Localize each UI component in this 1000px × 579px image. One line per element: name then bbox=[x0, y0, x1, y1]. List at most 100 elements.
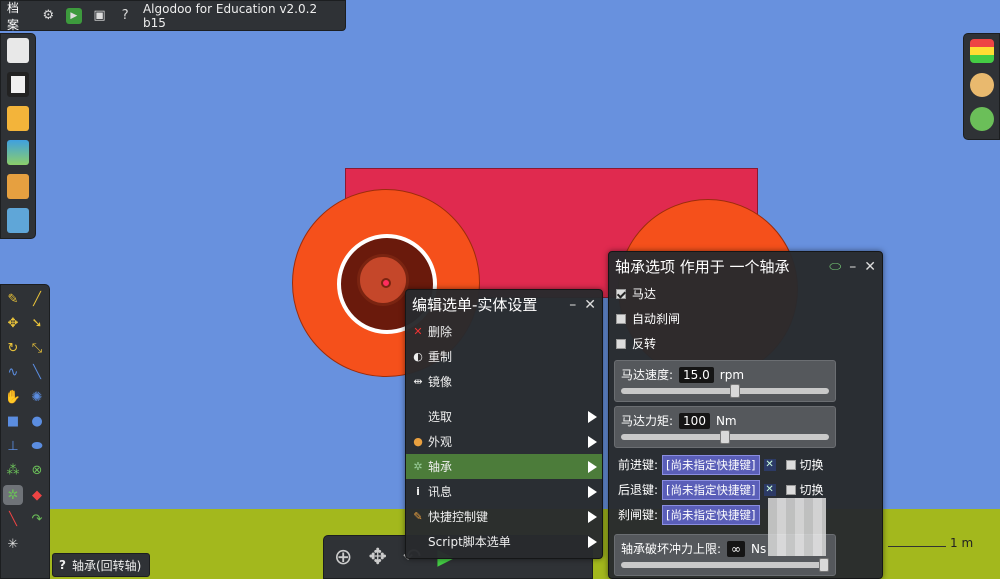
new-file-icon[interactable] bbox=[7, 38, 29, 63]
axle-icon: ✲ bbox=[413, 460, 423, 473]
brake-key-field[interactable]: [尚未指定快捷键] bbox=[662, 504, 760, 525]
menu-item-hotkeys[interactable]: ✎ 快捷控制键 bbox=[406, 504, 602, 529]
menu-item-mirror[interactable]: ⇹ 镜像 bbox=[406, 369, 602, 394]
menu-item-clone[interactable]: ◐ 重制 bbox=[406, 344, 602, 369]
menu-item-label: 讯息 bbox=[428, 485, 453, 499]
pin-icon[interactable]: ⬭ bbox=[829, 259, 841, 275]
help-icon[interactable]: ? bbox=[117, 8, 133, 24]
delete-icon: ✕ bbox=[413, 325, 423, 338]
circle-tool-icon[interactable]: ● bbox=[27, 412, 47, 432]
toggle-checkbox[interactable] bbox=[785, 484, 796, 495]
rotate-tool-icon[interactable]: ↻ bbox=[3, 338, 23, 358]
zoom-icon[interactable]: ⊕ bbox=[334, 545, 352, 570]
help-key-icon: ? bbox=[59, 558, 66, 572]
info-icon: i bbox=[416, 485, 420, 498]
auto-brake-checkbox[interactable]: 自动刹闸 bbox=[609, 306, 882, 331]
window-icon[interactable]: ▣ bbox=[92, 8, 108, 24]
motor-speed-slider[interactable]: 马达速度: 15.0 rpm bbox=[614, 360, 836, 402]
submenu-arrow-icon bbox=[588, 410, 597, 423]
speed-value-field[interactable]: 15.0 bbox=[679, 366, 714, 383]
sketch-tool-icon[interactable]: ✎ bbox=[3, 289, 23, 309]
save-image-icon[interactable] bbox=[7, 208, 29, 233]
checkbox-unchecked[interactable] bbox=[616, 313, 626, 324]
forward-key-field[interactable]: [尚未指定快捷键] bbox=[662, 454, 760, 475]
motor-checkbox[interactable]: 马达 bbox=[609, 281, 882, 306]
menu-item-label: 外观 bbox=[428, 435, 453, 449]
palette-icon[interactable] bbox=[969, 73, 994, 97]
pan-icon[interactable]: ✥ bbox=[368, 545, 386, 570]
reverse-checkbox[interactable]: 反转 bbox=[609, 331, 882, 356]
file-menu[interactable]: 档案 bbox=[7, 0, 30, 33]
scale-line bbox=[888, 546, 946, 547]
axle-dot bbox=[381, 278, 391, 288]
menu-item-info[interactable]: i 讯息 bbox=[406, 479, 602, 504]
motor-torque-slider[interactable]: 马达力矩: 100 Nm bbox=[614, 406, 836, 448]
open-folder-icon[interactable] bbox=[7, 106, 29, 131]
scene-icon[interactable] bbox=[7, 140, 29, 165]
slider-track[interactable] bbox=[621, 388, 829, 394]
layers-icon[interactable] bbox=[969, 39, 994, 63]
slider-thumb[interactable] bbox=[720, 430, 730, 444]
menu-item-select[interactable]: 选取 bbox=[406, 404, 602, 429]
menu-header: 编辑选单-实体设置 – ✕ bbox=[406, 290, 602, 319]
fixate-tool-icon[interactable]: ⊗ bbox=[27, 461, 47, 481]
scale-indicator: 1 m bbox=[888, 536, 973, 550]
photo-folder-icon[interactable] bbox=[7, 174, 29, 199]
break-unit: Ns bbox=[751, 541, 767, 556]
submenu-arrow-icon bbox=[588, 460, 597, 473]
toggle-label: 切换 bbox=[799, 458, 824, 472]
axle-tool-icon[interactable]: ✲ bbox=[3, 485, 23, 505]
window-layout-icon[interactable] bbox=[7, 72, 29, 97]
top-menu-bar: 档案 ⚙ ▶ ▣ ? Algodoo for Education v2.0.2 … bbox=[0, 0, 346, 33]
box-tool-icon[interactable]: ■ bbox=[3, 412, 23, 432]
drag-tool-icon[interactable]: ➘ bbox=[27, 314, 47, 334]
slider-thumb[interactable] bbox=[819, 558, 829, 572]
close-icon[interactable]: ✕ bbox=[584, 297, 596, 313]
torque-unit: Nm bbox=[715, 413, 737, 428]
play-icon[interactable]: ▶ bbox=[66, 7, 82, 24]
menu-item-label: 选取 bbox=[428, 410, 453, 424]
backward-key-field[interactable]: [尚未指定快捷键] bbox=[662, 479, 760, 500]
gear-icon[interactable]: ⚙ bbox=[40, 8, 56, 24]
knife-tool-icon[interactable]: ╲ bbox=[27, 363, 47, 383]
move-tool-icon[interactable]: ✥ bbox=[3, 314, 23, 334]
fan-tool-icon[interactable]: ✳ bbox=[3, 534, 23, 554]
laser-tool-icon[interactable]: ↷ bbox=[27, 510, 47, 530]
checkbox-label: 反转 bbox=[632, 337, 657, 351]
menu-item-script[interactable]: Script脚本选单 bbox=[406, 529, 602, 554]
rope-tool-icon[interactable]: ∿ bbox=[3, 363, 23, 383]
zoom-globe-icon[interactable] bbox=[969, 107, 994, 131]
checkbox-checked[interactable] bbox=[616, 288, 626, 299]
chain-tool-icon[interactable]: ⬬ bbox=[27, 436, 47, 456]
hand-tool-icon[interactable]: ✋ bbox=[3, 387, 23, 407]
menu-item-axle[interactable]: ✲ 轴承 bbox=[406, 454, 602, 479]
torque-label: 马达力矩: bbox=[621, 414, 674, 428]
menu-item-delete[interactable]: ✕ 删除 bbox=[406, 319, 602, 344]
toggle-checkbox[interactable] bbox=[785, 459, 796, 470]
backward-label: 后退键: bbox=[618, 483, 659, 497]
spring-tool-icon[interactable]: ⁂ bbox=[3, 461, 23, 481]
scale-tool-icon[interactable]: ⤡ bbox=[27, 338, 47, 358]
submenu-arrow-icon bbox=[588, 535, 597, 548]
checkbox-unchecked[interactable] bbox=[616, 338, 626, 349]
clear-key-icon[interactable]: ✕ bbox=[763, 458, 776, 471]
break-value-field[interactable]: ∞ bbox=[727, 540, 746, 557]
clear-key-icon[interactable]: ✕ bbox=[763, 483, 776, 496]
menu-item-appearance[interactable]: ● 外观 bbox=[406, 429, 602, 454]
slider-thumb[interactable] bbox=[729, 384, 740, 398]
thruster-tool-icon[interactable]: ╲ bbox=[3, 510, 23, 530]
axle-panel-header: 轴承选项 作用于 一个轴承 ⬭ – ✕ bbox=[609, 252, 882, 281]
torque-value-field[interactable]: 100 bbox=[679, 412, 710, 429]
file-toolbar bbox=[0, 33, 36, 239]
slider-track[interactable] bbox=[621, 562, 829, 568]
tracer-tool-icon[interactable]: ◆ bbox=[27, 485, 47, 505]
brush-tool-icon[interactable]: ╱ bbox=[27, 289, 47, 309]
checkbox-label: 马达 bbox=[632, 287, 657, 301]
minimize-icon[interactable]: – bbox=[569, 297, 576, 313]
speed-label: 马达速度: bbox=[621, 368, 674, 382]
plane-tool-icon[interactable]: ⊥ bbox=[3, 436, 23, 456]
close-icon[interactable]: ✕ bbox=[864, 259, 876, 275]
gear-tool-icon[interactable]: ✺ bbox=[27, 387, 47, 407]
watermark-mosaic bbox=[768, 498, 826, 556]
minimize-icon[interactable]: – bbox=[849, 259, 856, 275]
